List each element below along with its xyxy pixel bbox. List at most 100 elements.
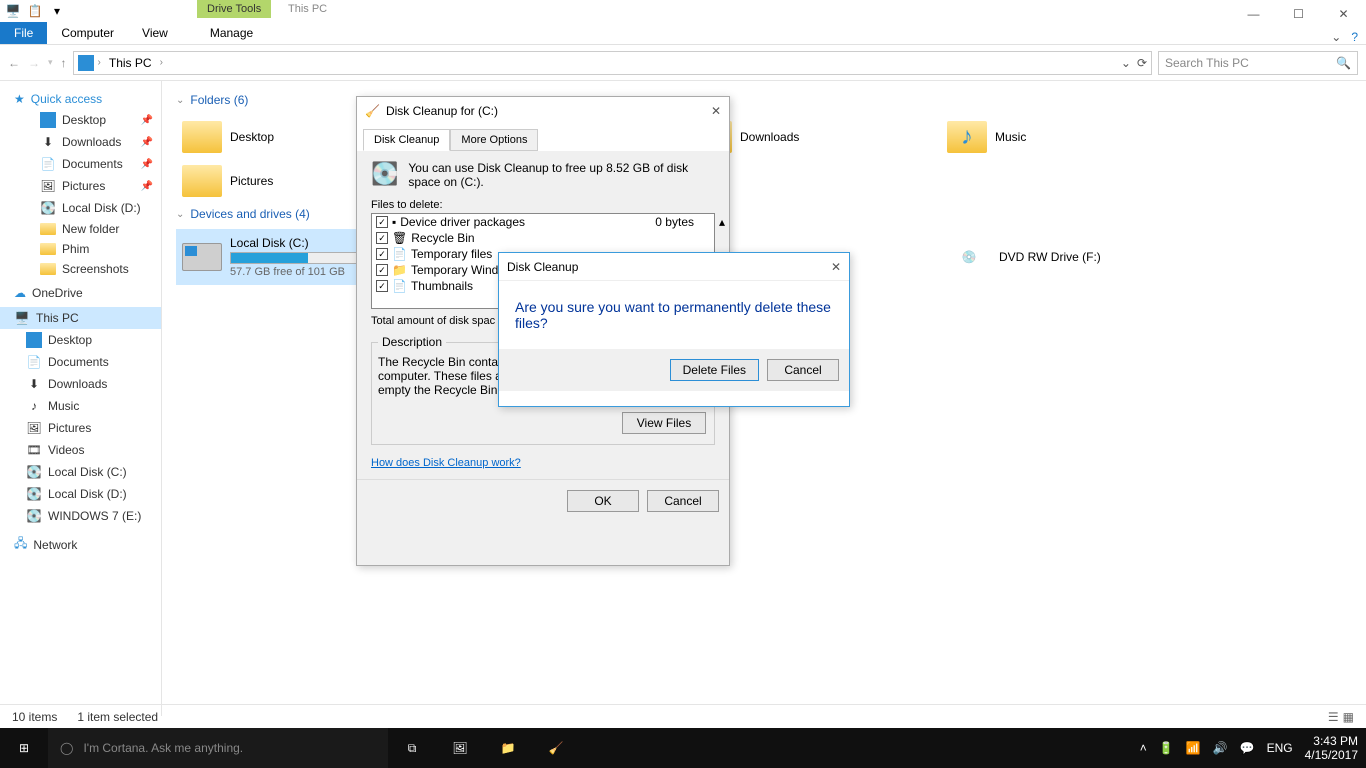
window-title: This PC [278, 0, 337, 18]
address-bar[interactable]: › This PC › ⌄ ⟳ [73, 51, 1152, 75]
sidebar-item-desktop[interactable]: Desktop📌 [14, 109, 161, 131]
task-view-button[interactable]: ⧉ [388, 728, 436, 768]
checkbox[interactable]: ✓ [376, 248, 388, 260]
drive-icon: 💽 [26, 464, 42, 480]
close-icon[interactable]: ✕ [831, 260, 841, 274]
sidebar-item-pictures[interactable]: 🖼Pictures📌 [14, 175, 161, 197]
checkbox[interactable]: ✓ [376, 264, 388, 276]
pin-icon: 📌 [141, 115, 153, 126]
files-label: Files to delete: [371, 199, 715, 211]
chevron-right-icon[interactable]: › [98, 57, 101, 68]
tab-disk-cleanup[interactable]: Disk Cleanup [363, 129, 450, 151]
sidebar-item-documents[interactable]: 📄Documents📌 [14, 153, 161, 175]
cancel-button[interactable]: Cancel [647, 490, 719, 512]
sidebar-this-pc[interactable]: 🖥️This PC [0, 307, 161, 329]
tab-computer[interactable]: Computer [47, 22, 128, 44]
folders-header[interactable]: ⌄Folders (6) [176, 93, 1352, 107]
videos-icon: 🎞 [26, 442, 42, 458]
dialog-titlebar[interactable]: 🧹 Disk Cleanup for (C:) ✕ [357, 97, 729, 125]
file-icon: 📄 [392, 247, 407, 261]
tray-expand-icon[interactable]: ˄ [1140, 741, 1147, 755]
checkbox[interactable]: ✓ [376, 232, 388, 244]
language-indicator[interactable]: ENG [1267, 741, 1293, 755]
sidebar-onedrive[interactable]: ☁OneDrive [14, 283, 161, 303]
sidebar-item-downloads[interactable]: ⬇Downloads📌 [14, 131, 161, 153]
view-files-button[interactable]: View Files [622, 412, 706, 434]
clock[interactable]: 3:43 PM 4/15/2017 [1305, 734, 1358, 763]
documents-icon: 📄 [26, 354, 42, 370]
sidebar-item-screenshots[interactable]: Screenshots [14, 259, 161, 279]
tab-more-options[interactable]: More Options [450, 129, 538, 151]
sidebar-item-desktop[interactable]: Desktop [0, 329, 161, 351]
back-button[interactable]: ← [8, 56, 20, 70]
tab-manage[interactable]: Manage [196, 22, 267, 44]
sidebar-item-localdisk-d[interactable]: 💽Local Disk (D:) [14, 197, 161, 219]
ribbon-expand-icon[interactable]: ⌄ [1331, 30, 1341, 44]
minimize-button[interactable]: — [1231, 0, 1276, 28]
properties-icon[interactable]: 📋 [26, 2, 44, 20]
location-icon [78, 55, 94, 71]
sidebar-item-windows7-e[interactable]: 💽WINDOWS 7 (E:) [0, 505, 161, 527]
taskbar-app[interactable]: 🖼 [436, 728, 484, 768]
start-button[interactable]: ⊞ [0, 728, 48, 768]
help-link[interactable]: How does Disk Cleanup work? [371, 457, 521, 469]
sidebar-item-pictures[interactable]: 🖼Pictures [0, 417, 161, 439]
sidebar-item-localdisk-c[interactable]: 💽Local Disk (C:) [0, 461, 161, 483]
folder-item-music[interactable]: ♪Music [941, 115, 1196, 159]
sidebar-item-localdisk-d[interactable]: 💽Local Disk (D:) [0, 483, 161, 505]
file-icon: 📁 [392, 263, 407, 277]
checkbox[interactable]: ✓ [376, 280, 388, 292]
delete-files-button[interactable]: Delete Files [670, 359, 759, 381]
drive-item-dvd-f[interactable]: 💿 DVD RW Drive (F:) [941, 229, 1196, 285]
confirm-message: Are you sure you want to permanently del… [499, 281, 849, 349]
sidebar-quick-access[interactable]: ★Quick access [14, 89, 161, 109]
sidebar-item-downloads[interactable]: ⬇Downloads [0, 373, 161, 395]
up-button[interactable]: ↑ [61, 56, 67, 70]
dialog-titlebar[interactable]: Disk Cleanup ✕ [499, 253, 849, 281]
close-icon[interactable]: ✕ [711, 104, 721, 118]
refresh-icon[interactable]: ⟳ [1137, 56, 1147, 70]
cancel-button[interactable]: Cancel [767, 359, 839, 381]
battery-icon[interactable]: 🔋 [1159, 741, 1174, 755]
taskbar-diskcleanup[interactable]: 🧹 [532, 728, 580, 768]
help-icon[interactable]: ? [1351, 30, 1358, 44]
pin-icon: 📌 [141, 159, 153, 170]
desktop-icon [26, 332, 42, 348]
drives-header[interactable]: ⌄Devices and drives (4) [176, 207, 1352, 221]
ribbon-context-group: Drive Tools [197, 0, 271, 18]
ok-button[interactable]: OK [567, 490, 639, 512]
cortana-search[interactable]: ◯ I'm Cortana. Ask me anything. [48, 728, 388, 768]
pin-icon: 📌 [141, 181, 153, 192]
ribbon-help: ⌄ ? [1331, 30, 1358, 44]
sidebar-item-newfolder[interactable]: New folder [14, 219, 161, 239]
search-input[interactable]: Search This PC 🔍 [1158, 51, 1358, 75]
tab-file[interactable]: File [0, 22, 47, 44]
checkbox[interactable]: ✓ [376, 216, 388, 228]
sidebar-item-videos[interactable]: 🎞Videos [0, 439, 161, 461]
breadcrumb-segment[interactable]: This PC [105, 56, 156, 70]
cortana-placeholder: I'm Cortana. Ask me anything. [83, 741, 243, 755]
maximize-button[interactable]: ☐ [1276, 0, 1321, 28]
sidebar-network[interactable]: 🖧Network [14, 531, 161, 558]
recent-dropdown[interactable]: ▾ [48, 57, 53, 68]
chevron-right-icon[interactable]: › [160, 57, 163, 68]
tab-view[interactable]: View [128, 22, 182, 44]
forward-button[interactable]: → [28, 56, 40, 70]
wifi-icon[interactable]: 📶 [1186, 741, 1201, 755]
tiles-view-icon[interactable]: ▦ [1343, 710, 1354, 724]
quick-access-toolbar: 🖥️ 📋 ▾ [0, 0, 66, 22]
drive-icon: 💽 [371, 161, 398, 189]
action-center-icon[interactable]: 💬 [1240, 741, 1255, 755]
intro-text: You can use Disk Cleanup to free up 8.52… [408, 161, 715, 189]
sidebar-item-music[interactable]: ♪Music [0, 395, 161, 417]
volume-icon[interactable]: 🔊 [1213, 741, 1228, 755]
folder-icon [40, 263, 56, 275]
sidebar-item-documents[interactable]: 📄Documents [0, 351, 161, 373]
pictures-icon: 🖼 [40, 178, 56, 194]
details-view-icon[interactable]: ☰ [1328, 710, 1339, 724]
taskbar-explorer[interactable]: 📁 [484, 728, 532, 768]
address-dropdown-icon[interactable]: ⌄ [1121, 56, 1131, 70]
sidebar-item-phim[interactable]: Phim [14, 239, 161, 259]
close-button[interactable]: ✕ [1321, 0, 1366, 28]
qat-dropdown-icon[interactable]: ▾ [48, 2, 66, 20]
